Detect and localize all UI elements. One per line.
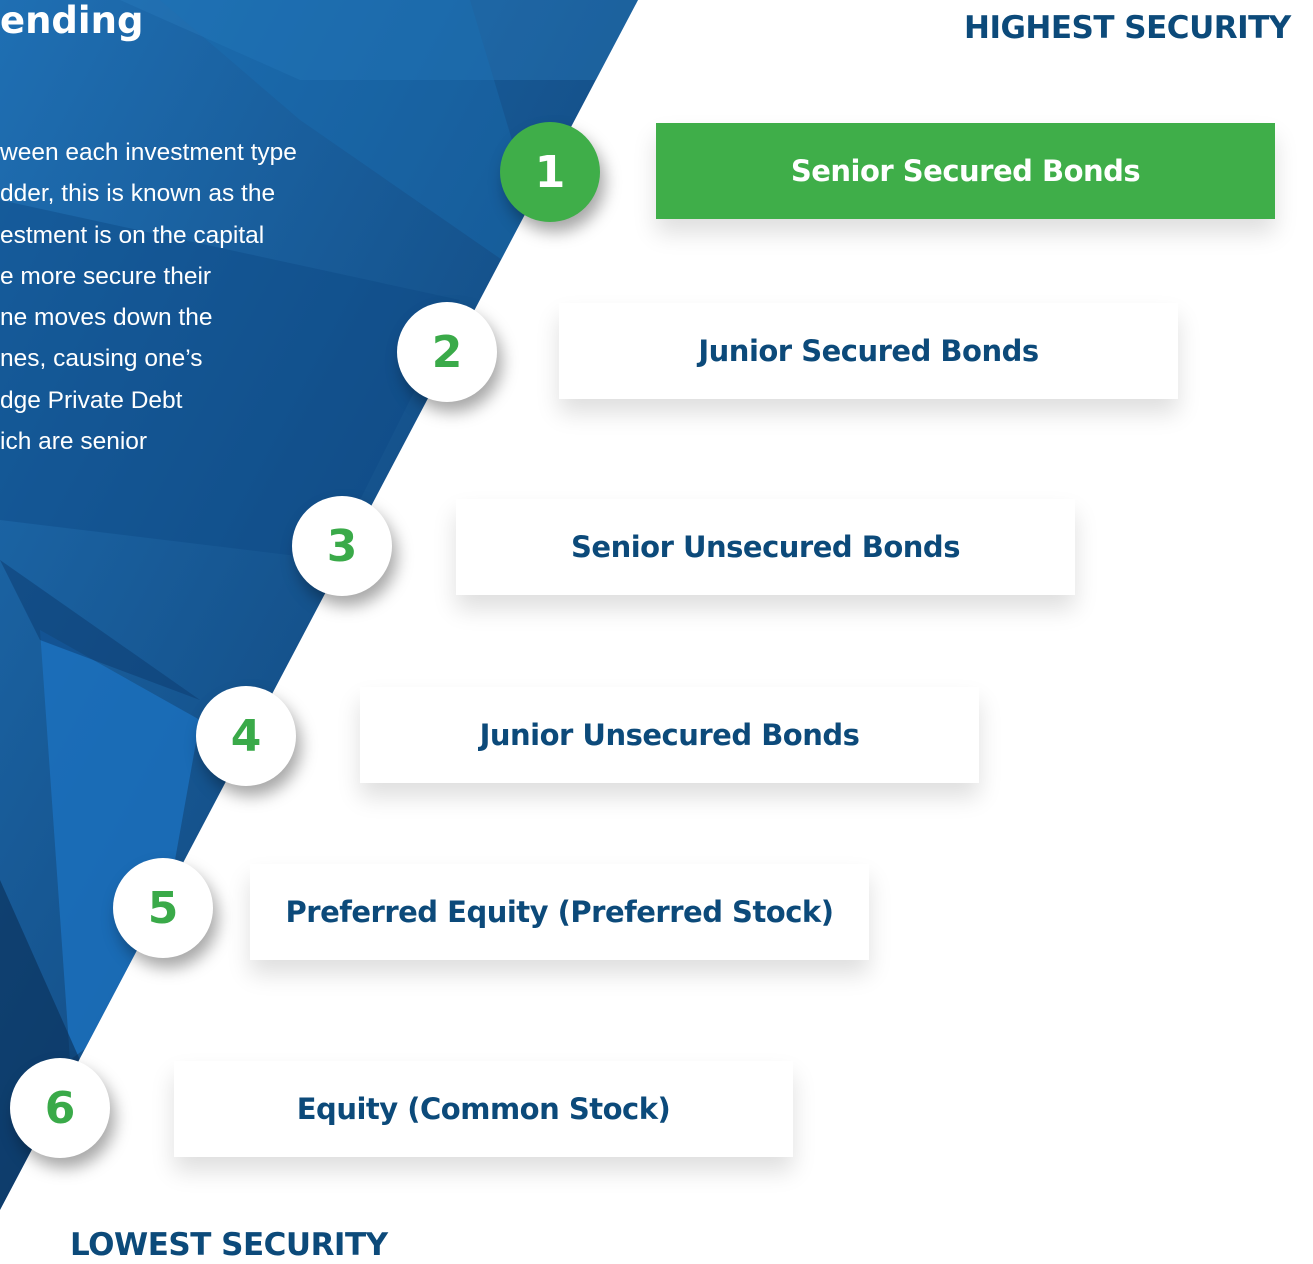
intro-paragraph: ween each investment type dder, this is k… bbox=[0, 137, 400, 467]
step-label-box: Equity (Common Stock) bbox=[174, 1061, 793, 1157]
step-label-box: Preferred Equity (Preferred Stock) bbox=[250, 864, 869, 960]
paragraph-line: dder, this is known as the bbox=[0, 180, 276, 208]
step-label-box: Junior Unsecured Bonds bbox=[360, 687, 979, 783]
highest-security-label: HIGHEST SECURITY bbox=[964, 10, 1291, 46]
step-number-badge: 1 bbox=[500, 122, 600, 222]
paragraph-line: dge Private Debt bbox=[0, 386, 183, 414]
paragraph-line: ich are senior bbox=[0, 428, 148, 456]
step-label-box: Senior Secured Bonds bbox=[656, 123, 1275, 219]
step-label-box: Junior Secured Bonds bbox=[559, 303, 1178, 399]
paragraph-line: nes, causing one’s bbox=[0, 345, 203, 373]
paragraph-line: ween each investment type bbox=[0, 139, 297, 166]
step-number-badge: 4 bbox=[196, 686, 296, 786]
step-number-badge: 3 bbox=[292, 496, 392, 596]
step-number-badge: 5 bbox=[113, 858, 213, 958]
step-number-badge: 6 bbox=[10, 1058, 110, 1158]
page-heading: ending bbox=[0, 0, 144, 42]
step-number-badge: 2 bbox=[397, 302, 497, 402]
paragraph-line: e more secure their bbox=[0, 262, 212, 290]
step-label-box: Senior Unsecured Bonds bbox=[456, 499, 1075, 595]
paragraph-line: ne moves down the bbox=[0, 304, 213, 332]
paragraph-line: estment is on the capital bbox=[0, 221, 265, 249]
lowest-security-label: LOWEST SECURITY bbox=[70, 1227, 388, 1263]
